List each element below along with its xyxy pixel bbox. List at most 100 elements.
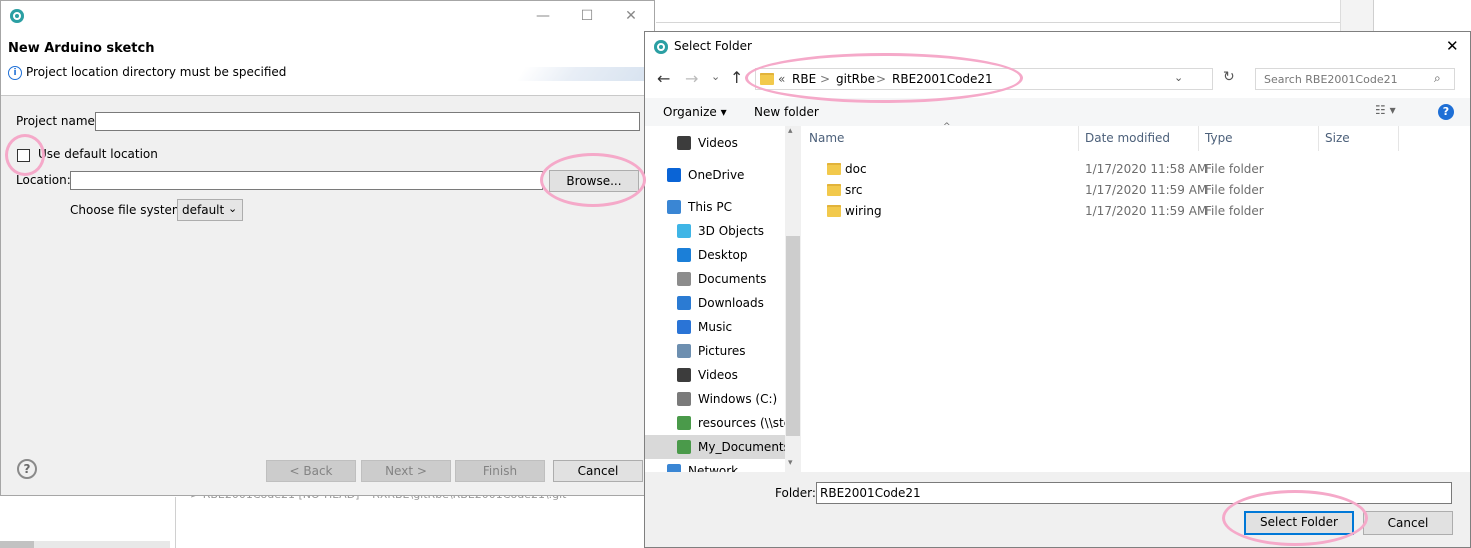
new-arduino-sketch-dialog: — ☐ ✕ New Arduino sketch i Project locat… xyxy=(0,0,656,496)
file-row[interactable]: doc 1/17/2020 11:58 AM File folder xyxy=(803,159,1470,180)
organize-button[interactable]: Organize ▾ xyxy=(663,105,727,119)
column-name[interactable]: Name xyxy=(803,126,1079,151)
nav-item[interactable]: This PC xyxy=(645,195,785,219)
sort-ascending-icon: ^ xyxy=(943,122,951,132)
ide-tree-panel xyxy=(175,497,646,548)
folder-label: Folder: xyxy=(775,486,816,500)
file-date: 1/17/2020 11:59 AM xyxy=(1085,183,1208,197)
back-arrow-icon[interactable]: ← xyxy=(657,69,670,88)
desktop-icon xyxy=(677,248,691,262)
breadcrumb-overflow[interactable]: « xyxy=(778,72,785,86)
navigation-pane: Videos OneDrive This PC 3D Objects Desktop Do… xyxy=(645,126,801,478)
scrollbar-thumb[interactable] xyxy=(786,236,800,436)
project-name-input[interactable] xyxy=(95,112,640,131)
help-button[interactable]: ? xyxy=(17,459,37,479)
column-size[interactable]: Size xyxy=(1319,126,1399,151)
folder-input-value: RBE2001Code21 xyxy=(820,486,921,500)
column-type[interactable]: Type xyxy=(1199,126,1319,151)
cancel-button[interactable]: Cancel xyxy=(553,460,643,482)
close-button[interactable]: ✕ xyxy=(1446,37,1459,55)
finish-button[interactable]: Finish xyxy=(455,460,545,482)
chevron-down-icon: ⌄ xyxy=(228,202,238,215)
search-placeholder: Search RBE2001Code21 xyxy=(1264,73,1398,86)
chevron-down-icon[interactable]: ⌄ xyxy=(1174,71,1183,84)
use-default-location-checkbox[interactable] xyxy=(17,149,30,162)
folder-icon xyxy=(827,184,841,196)
nav-item-label: Downloads xyxy=(698,296,764,310)
back-button[interactable]: < Back xyxy=(266,460,356,482)
nav-item[interactable]: Music xyxy=(645,315,785,339)
info-icon: i xyxy=(8,66,22,80)
nav-item[interactable]: 3D Objects xyxy=(645,219,785,243)
browse-button[interactable]: Browse... xyxy=(549,170,639,192)
recent-chevron-icon[interactable]: ⌄ xyxy=(711,70,720,83)
up-arrow-icon[interactable]: ↑ xyxy=(730,68,743,87)
documents-icon xyxy=(677,272,691,286)
column-date-modified[interactable]: Date modified xyxy=(1079,126,1199,151)
videos-icon xyxy=(677,368,691,382)
folder-icon xyxy=(760,73,774,85)
select-folder-button[interactable]: Select Folder xyxy=(1244,511,1354,535)
nav-item[interactable]: Windows (C:) xyxy=(645,387,785,411)
new-folder-button[interactable]: New folder xyxy=(754,105,819,119)
folder-cancel-button[interactable]: Cancel xyxy=(1363,511,1453,535)
scroll-down-arrow-icon[interactable]: ▾ xyxy=(788,458,793,468)
nav-scrollbar[interactable]: ▴ ▾ xyxy=(785,126,801,472)
breadcrumb-separator[interactable]: > xyxy=(820,72,830,86)
breadcrumb-rbe2001code21[interactable]: RBE2001Code21 xyxy=(892,72,993,86)
location-label: Location: xyxy=(16,173,71,187)
file-date: 1/17/2020 11:58 AM xyxy=(1085,162,1208,176)
downloads-icon xyxy=(677,296,691,310)
use-default-location-label: Use default location xyxy=(38,147,158,161)
nav-item[interactable]: OneDrive xyxy=(645,163,785,187)
folder-bottom-bar: Folder: RBE2001Code21 Select Folder Canc… xyxy=(645,472,1470,547)
file-type: File folder xyxy=(1205,162,1264,176)
music-icon xyxy=(677,320,691,334)
breadcrumb-gitrbe[interactable]: gitRbe xyxy=(836,72,875,86)
maximize-button[interactable]: ☐ xyxy=(565,5,609,27)
nav-item[interactable]: Desktop xyxy=(645,243,785,267)
file-date: 1/17/2020 11:59 AM xyxy=(1085,204,1208,218)
view-options-icon[interactable]: ☷ ▾ xyxy=(1375,103,1396,117)
file-list: Name ^ Date modified Type Size doc 1/17/2… xyxy=(803,122,1470,472)
close-button[interactable]: ✕ xyxy=(609,5,653,27)
refresh-icon[interactable]: ↻ xyxy=(1223,69,1235,85)
file-row[interactable]: src 1/17/2020 11:59 AM File folder xyxy=(803,180,1470,201)
search-input[interactable]: Search RBE2001Code21 ⌕ xyxy=(1255,68,1455,90)
file-system-value: default xyxy=(182,203,225,217)
next-button[interactable]: Next > xyxy=(361,460,451,482)
location-input[interactable] xyxy=(70,171,543,190)
minimize-button[interactable]: — xyxy=(521,5,565,27)
file-system-select[interactable]: default ⌄ xyxy=(177,199,243,221)
ide-horizontal-scrollbar[interactable] xyxy=(0,541,170,548)
nav-item[interactable]: resources (\\stor xyxy=(645,411,785,435)
drive-icon xyxy=(677,392,691,406)
address-bar[interactable]: « RBE > gitRbe > RBE2001Code21 ⌄ xyxy=(755,68,1213,90)
breadcrumb-rbe[interactable]: RBE xyxy=(792,72,816,86)
forward-arrow-icon[interactable]: → xyxy=(685,69,698,88)
breadcrumb-separator[interactable]: > xyxy=(876,72,886,86)
wizard-message: Project location directory must be speci… xyxy=(26,65,287,79)
videos-icon xyxy=(677,136,691,150)
nav-item[interactable]: Documents xyxy=(645,267,785,291)
file-name: src xyxy=(845,183,863,197)
scroll-up-arrow-icon[interactable]: ▴ xyxy=(788,126,793,136)
folder-icon xyxy=(827,163,841,175)
nav-item[interactable]: Videos xyxy=(645,363,785,387)
nav-item[interactable]: Pictures xyxy=(645,339,785,363)
nav-item[interactable]: Downloads xyxy=(645,291,785,315)
folder-toolbar: Organize ▾ New folder ☷ ▾ ? xyxy=(645,98,1470,126)
help-icon[interactable]: ? xyxy=(1438,104,1454,120)
file-system-label: Choose file system: xyxy=(70,203,188,217)
network-drive-icon xyxy=(677,416,691,430)
folder-input[interactable]: RBE2001Code21 xyxy=(816,482,1452,504)
nav-item[interactable]: Videos xyxy=(645,131,785,155)
file-row[interactable]: wiring 1/17/2020 11:59 AM File folder xyxy=(803,201,1470,222)
header-decoration xyxy=(516,67,656,81)
pictures-icon xyxy=(677,344,691,358)
nav-item-label: This PC xyxy=(688,200,732,214)
wizard-header: New Arduino sketch i Project location di… xyxy=(1,31,656,96)
nav-item-label: Videos xyxy=(698,368,738,382)
nav-item[interactable]: My_Documents xyxy=(645,435,785,459)
scrollbar-thumb[interactable] xyxy=(0,541,34,548)
